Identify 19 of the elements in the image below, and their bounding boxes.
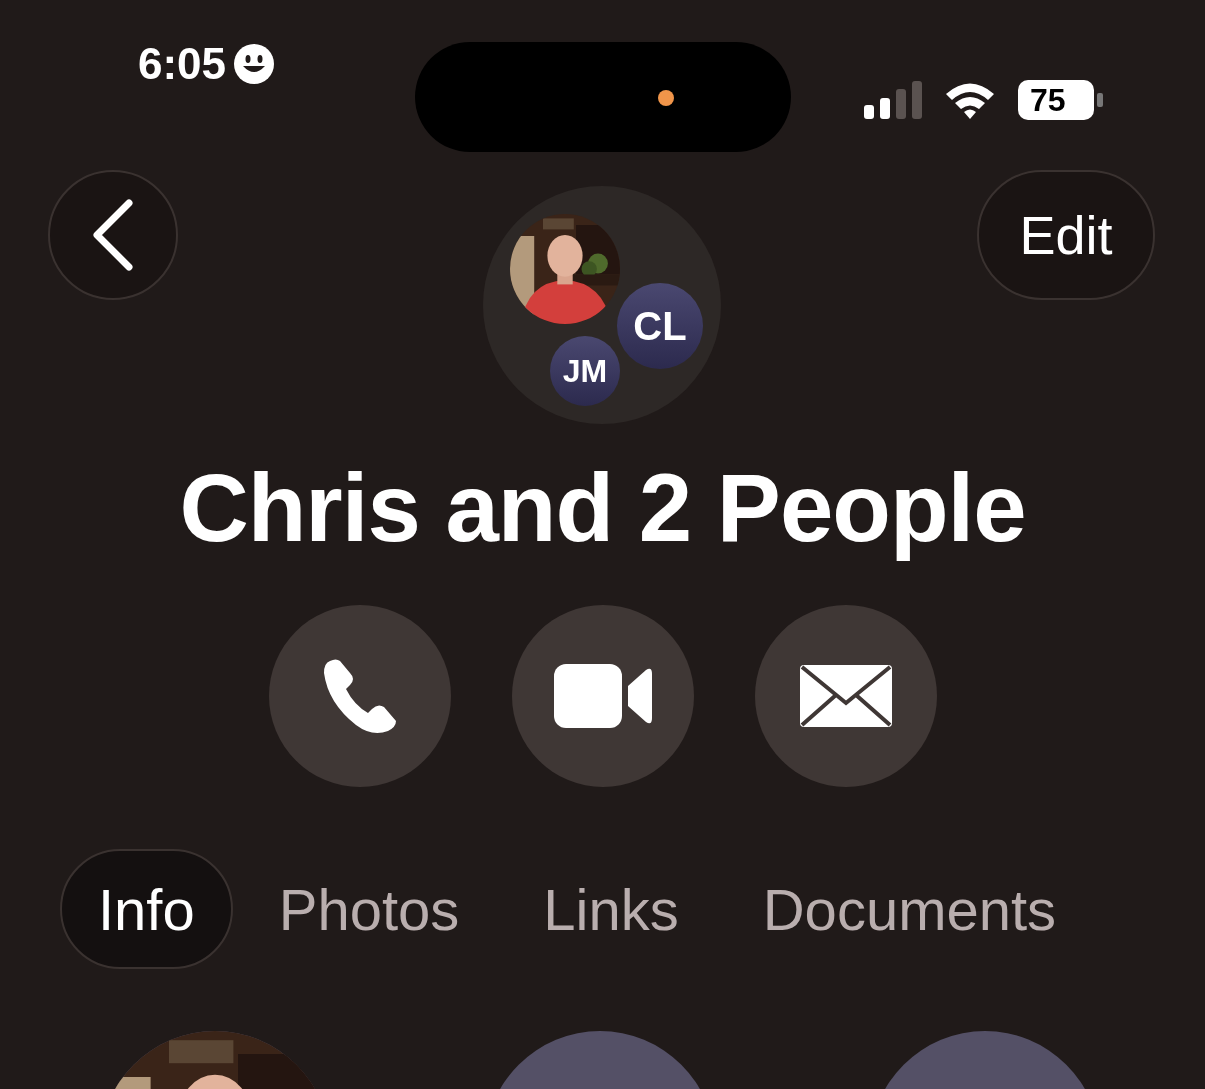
phone-icon bbox=[321, 657, 398, 736]
indicator-dot bbox=[658, 90, 674, 106]
edit-button[interactable]: Edit bbox=[977, 170, 1155, 300]
group-title: Chris and 2 People bbox=[178, 453, 1027, 563]
video-icon bbox=[553, 664, 652, 729]
battery-tip-icon bbox=[1097, 93, 1103, 107]
smiley-icon bbox=[234, 44, 275, 84]
back-icon bbox=[91, 199, 135, 271]
battery-level: 75 bbox=[1018, 80, 1094, 120]
wifi-icon bbox=[944, 81, 996, 119]
member-avatar: JM bbox=[550, 336, 620, 406]
tab[interactable]: Documents bbox=[724, 849, 1095, 970]
tab[interactable]: Photos bbox=[240, 849, 498, 970]
tab[interactable]: Info bbox=[60, 849, 233, 970]
status-time: 6:05 bbox=[138, 42, 227, 86]
member-avatar: CL bbox=[617, 283, 703, 369]
tab[interactable]: Links bbox=[505, 849, 717, 970]
signal-icon bbox=[864, 81, 922, 119]
mail-icon bbox=[797, 663, 894, 730]
